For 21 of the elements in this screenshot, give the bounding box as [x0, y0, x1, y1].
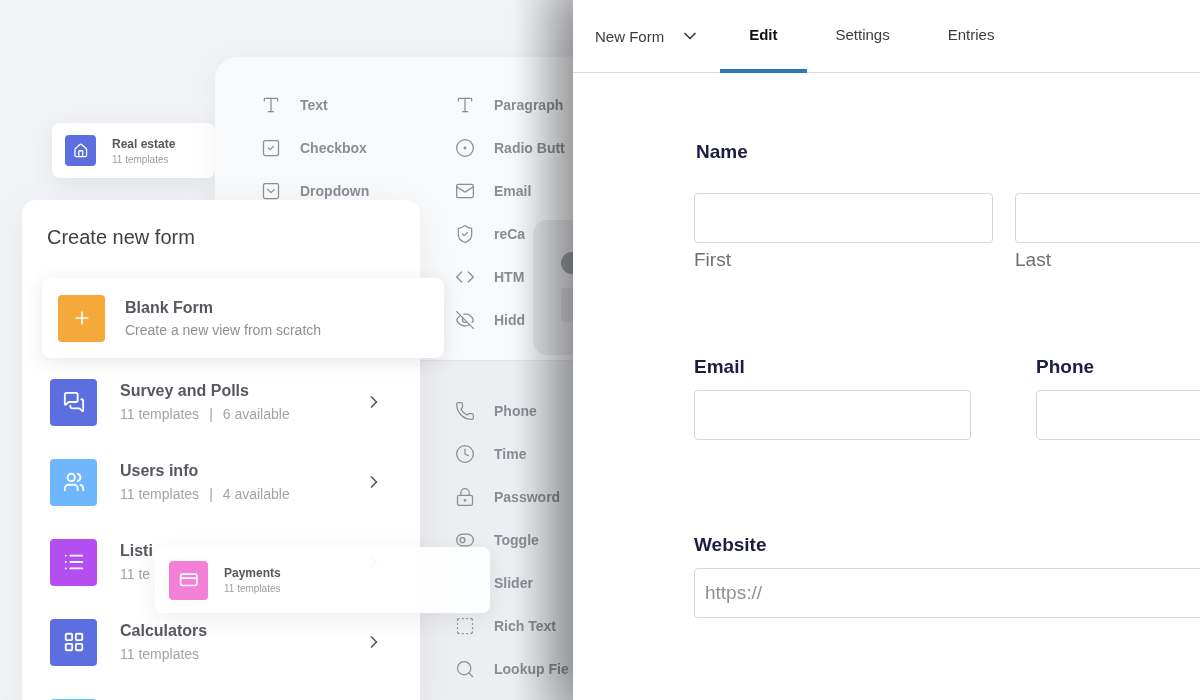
field-label: Website — [694, 534, 768, 556]
template-count: 11 templates — [120, 646, 200, 662]
available-count: 6 available — [222, 406, 290, 422]
template-count: 11 te — [120, 566, 151, 582]
separator: | — [209, 406, 213, 422]
field-sublabel: First — [694, 249, 732, 271]
option-title: Blank Form — [125, 298, 214, 317]
field-label: Email — [694, 356, 746, 378]
category-name: Payments — [224, 566, 281, 580]
option-description: Create a new view from scratch — [125, 321, 322, 338]
field-label: Phone — [1036, 356, 1096, 378]
field-sublabel: Last — [1015, 249, 1052, 271]
available-count: 4 available — [222, 486, 290, 502]
card-title: Create new form — [46, 225, 196, 250]
template-count: 11 templates — [224, 583, 281, 594]
separator: | — [209, 486, 213, 502]
category-name: Real estate — [112, 136, 176, 151]
field-label: Name — [695, 141, 749, 163]
template-count: 11 templates — [112, 153, 170, 165]
template-count: 11 templates — [120, 406, 200, 422]
template-count: 11 templates — [120, 486, 200, 502]
